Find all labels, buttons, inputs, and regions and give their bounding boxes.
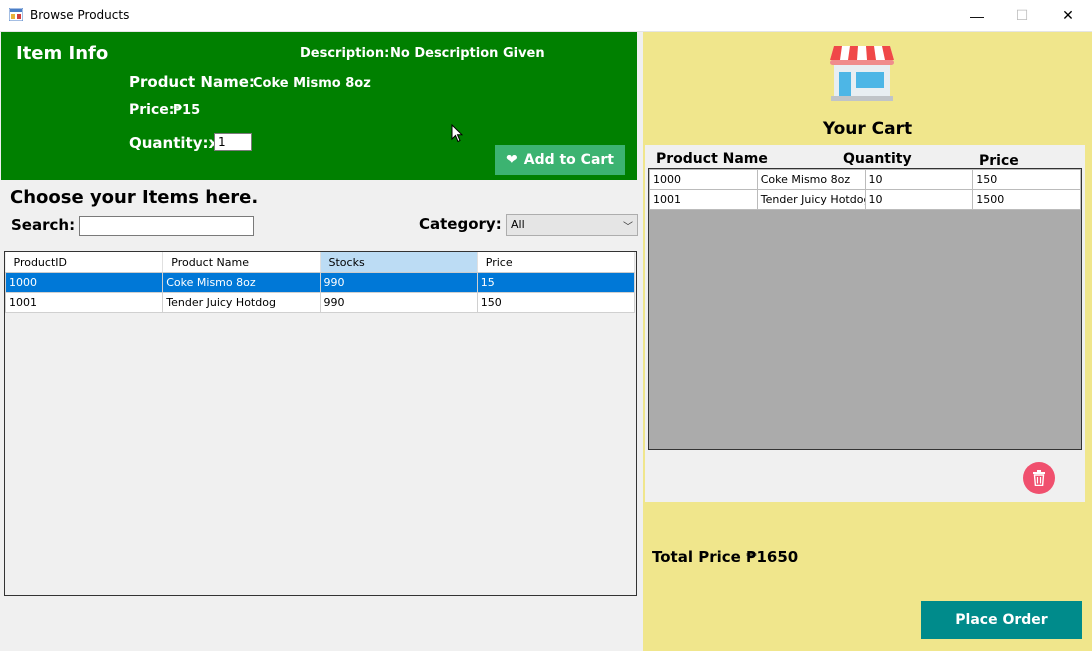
table-cell[interactable]: 1000 [649, 169, 758, 190]
quantity-input[interactable] [214, 133, 252, 151]
table-cell[interactable]: 1000 [4, 272, 164, 293]
cart-header-product-name: Product Name [656, 151, 768, 167]
table-cell[interactable]: 1500 [972, 189, 1081, 210]
product-name-value: Coke Mismo 8oz [253, 76, 371, 91]
products-header-row: ProductID Product Name Stocks Price [5, 252, 636, 273]
cart-area: Product Name Quantity Price 1000 Coke Mi… [645, 145, 1085, 502]
cart-grid[interactable]: 1000 Coke Mismo 8oz 10 150 1001 Tender J… [648, 168, 1082, 450]
category-select[interactable]: All ﹀ [506, 214, 638, 236]
table-cell[interactable]: 990 [319, 292, 478, 313]
item-info-heading: Item Info [16, 43, 109, 64]
total-price: Total Price ₱1650 [652, 548, 799, 566]
cart-title: Your Cart [822, 119, 913, 139]
table-row[interactable]: 1000 Coke Mismo 8oz 990 15 [4, 272, 636, 293]
products-grid[interactable]: ProductID Product Name Stocks Price 1000… [4, 251, 637, 596]
table-cell[interactable]: 10 [864, 169, 974, 190]
add-to-cart-label: Add to Cart [523, 152, 614, 168]
close-button[interactable]: ✕ [1045, 0, 1091, 31]
trash-icon [1033, 470, 1045, 486]
table-cell[interactable]: Tender Juicy Hotdog [756, 189, 866, 210]
minimize-button[interactable]: — [954, 0, 1000, 31]
category-label: Category: [419, 215, 502, 233]
item-info-panel: Item Info Description: No Description Gi… [1, 32, 637, 180]
column-header[interactable]: ProductID [5, 252, 164, 273]
description-value: No Description Given [390, 46, 545, 61]
table-row[interactable]: 1001 Tender Juicy Hotdog 990 150 [4, 292, 636, 313]
place-order-button[interactable]: Place Order [921, 601, 1082, 639]
cart-row[interactable]: 1000 Coke Mismo 8oz 10 150 [649, 169, 1081, 190]
search-input[interactable] [79, 216, 254, 236]
browse-heading: Choose your Items here. [10, 187, 259, 208]
cart-row[interactable]: 1001 Tender Juicy Hotdog 10 1500 [649, 189, 1081, 210]
heart-icon: ❤ [506, 152, 518, 168]
app-icon [9, 8, 23, 21]
table-cell[interactable]: Coke Mismo 8oz [162, 272, 321, 293]
table-cell[interactable]: Tender Juicy Hotdog [162, 292, 321, 313]
mouse-cursor-icon [451, 124, 463, 143]
add-to-cart-button[interactable]: ❤ Add to Cart [495, 145, 625, 175]
title-bar: Browse Products — ☐ ✕ [0, 0, 1092, 32]
cart-header-quantity: Quantity [843, 151, 912, 167]
table-cell[interactable]: 10 [864, 189, 974, 210]
maximize-button[interactable]: ☐ [999, 0, 1045, 31]
table-cell[interactable]: 15 [476, 272, 636, 293]
category-selected-value: All [511, 218, 525, 231]
column-header[interactable]: Price [477, 252, 636, 273]
table-cell[interactable]: 150 [972, 169, 1081, 190]
table-cell[interactable]: 150 [476, 292, 636, 313]
table-cell[interactable]: 990 [319, 272, 478, 293]
quantity-label: Quantity:x [129, 134, 219, 152]
store-icon [830, 46, 894, 101]
product-name-label: Product Name: [129, 73, 255, 91]
column-header[interactable]: Stocks [320, 252, 478, 273]
table-cell[interactable]: 1001 [649, 189, 758, 210]
cart-panel: Your Cart Product Name Quantity Price 10… [643, 32, 1092, 651]
search-label: Search: [11, 216, 76, 234]
delete-item-button[interactable] [1023, 462, 1055, 494]
table-cell[interactable]: 1001 [4, 292, 164, 313]
price-label: Price: [129, 102, 175, 118]
price-value: ₱15 [173, 103, 201, 118]
chevron-down-icon: ﹀ [623, 222, 633, 233]
table-cell[interactable]: Coke Mismo 8oz [756, 169, 866, 190]
column-header[interactable]: Product Name [162, 252, 321, 273]
description-label: Description: [300, 46, 390, 61]
window-title: Browse Products [30, 8, 130, 22]
cart-header-price: Price [979, 153, 1019, 169]
